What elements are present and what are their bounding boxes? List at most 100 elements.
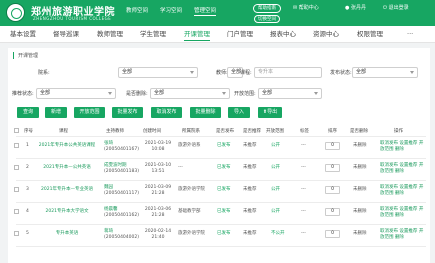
delete-status-select[interactable]: 全部: [150, 88, 230, 99]
tab-teacher-management[interactable]: 教师管理: [97, 29, 123, 40]
row-number: 4: [26, 209, 29, 214]
recommend-status-select[interactable]: 全部: [36, 88, 116, 99]
nav-teacher-space[interactable]: 教师空间: [126, 6, 148, 16]
teacher-name[interactable]: 杨晨馨: [104, 207, 118, 213]
course-filter-label: 课程:: [240, 70, 252, 76]
tag-value: ---: [301, 165, 306, 170]
recommend-status: 未推荐: [243, 231, 257, 236]
switch-space-button[interactable]: 切换空间: [254, 15, 280, 23]
export-button[interactable]: ⬆导出: [258, 107, 282, 118]
teacher-name[interactable]: 成雯波时期: [104, 163, 127, 169]
tab-basic-settings[interactable]: 基本设置: [10, 29, 36, 40]
recommend-status: 未推荐: [243, 209, 257, 214]
tab-portal-management[interactable]: 门户管理: [227, 29, 253, 40]
row-number: 5: [26, 231, 29, 236]
row-actions[interactable]: 取消发布 设置推荐 开放范围 删除: [380, 163, 424, 175]
row-number: 1: [26, 143, 29, 148]
sort-input[interactable]: 0: [325, 230, 340, 238]
teacher-id: (20050401183): [104, 169, 140, 174]
open-range-value: 公开: [271, 165, 280, 170]
row-divider: [16, 246, 426, 247]
row-number: 2: [26, 165, 29, 170]
col-published: 是否发布: [216, 129, 234, 134]
sort-input[interactable]: 0: [325, 186, 340, 194]
nav-management-space[interactable]: 管理空间: [194, 6, 217, 16]
publish-filter-label: 发布状态:: [330, 70, 352, 76]
export-label: 导出: [267, 109, 278, 115]
delete-status: 未删除: [353, 231, 367, 236]
row-checkbox[interactable]: [14, 231, 19, 236]
col-deleted: 是否删除: [350, 129, 368, 134]
tag-value: ---: [301, 143, 306, 148]
tab-supervision[interactable]: 督导巡课: [53, 29, 79, 40]
teacher-name[interactable]: 张琦: [104, 141, 113, 147]
sort-input[interactable]: 0: [325, 208, 340, 216]
course-link[interactable]: 2021专升本—公共英语: [38, 165, 96, 171]
row-divider: [16, 202, 426, 203]
col-number: 序号: [24, 129, 33, 134]
teacher-name[interactable]: 蒋琦: [104, 229, 113, 235]
col-recommended: 是否推荐: [243, 129, 261, 134]
chevron-down-icon: [314, 92, 318, 95]
tab-resource-center[interactable]: 资源中心: [313, 29, 339, 40]
row-divider: [16, 158, 426, 159]
row-checkbox[interactable]: [14, 209, 19, 214]
row-actions[interactable]: 取消发布 设置推荐 开放范围 删除: [380, 185, 424, 197]
nav-learning-space[interactable]: 学习空间: [160, 6, 182, 16]
row-checkbox[interactable]: [14, 165, 19, 170]
publish-status-select[interactable]: 全部: [352, 67, 418, 78]
sort-input[interactable]: 0: [325, 164, 340, 172]
row-divider: [16, 224, 426, 225]
chevron-down-icon: [222, 92, 226, 95]
import-button[interactable]: 导入: [228, 107, 250, 118]
sort-input[interactable]: 0: [325, 142, 340, 150]
created-time: 2021-03-19 10:08: [144, 141, 172, 152]
search-button[interactable]: 查询: [17, 107, 39, 118]
batch-publish-button[interactable]: 批量发布: [112, 107, 143, 118]
cancel-publish-button[interactable]: 取消发布: [151, 107, 182, 118]
tab-report-center[interactable]: 报表中心: [270, 29, 296, 40]
delete-status: 未删除: [353, 143, 367, 148]
department: 旅游外语系: [178, 143, 201, 148]
col-department: 所属院系: [182, 129, 200, 134]
help-guide-button[interactable]: 帮助指南: [253, 4, 281, 13]
publish-status: 已发布: [217, 209, 231, 214]
add-button[interactable]: 新增: [45, 107, 67, 118]
row-actions[interactable]: 取消发布 设置推荐 开放范围 删除: [380, 229, 424, 241]
tab-student-management[interactable]: 学生管理: [140, 29, 166, 40]
course-link[interactable]: 2021年专升本公共英语课程: [38, 143, 96, 149]
user-area[interactable]: ● 张丹丹: [345, 4, 366, 13]
open-range-filter-label: 开放范围:: [234, 91, 256, 97]
tab-permission-management[interactable]: 权限管理: [357, 29, 383, 40]
batch-delete-button[interactable]: 批量删除: [190, 107, 221, 118]
delete-filter-label: 是否删除:: [126, 91, 148, 97]
open-range-select[interactable]: 全部: [258, 88, 322, 99]
header-divider: [16, 136, 426, 137]
row-actions[interactable]: 取消发布 设置推荐 开放范围 删除: [380, 207, 424, 219]
course-link[interactable]: 2021年专升本—专业英语: [38, 187, 96, 193]
row-actions[interactable]: 取消发布 设置推荐 开放范围 删除: [380, 141, 424, 153]
recommend-status: 未推荐: [243, 187, 257, 192]
delete-status: 未删除: [353, 209, 367, 214]
logout-link[interactable]: ⏻ 退出登录: [383, 4, 409, 13]
open-range-button[interactable]: 开放范围: [74, 107, 105, 118]
course-search-input[interactable]: 专升本: [254, 67, 322, 78]
teacher-name[interactable]: 魏园: [104, 185, 113, 191]
delete-select-value: 全部: [154, 90, 165, 96]
course-link[interactable]: 2021专升本大学语文: [38, 209, 96, 215]
tab-course-management[interactable]: 开课管理: [184, 29, 210, 41]
select-all-checkbox[interactable]: [14, 128, 19, 133]
teacher-id: (20050401162): [104, 213, 140, 218]
col-actions: 操作: [394, 129, 403, 134]
more-tabs-button[interactable]: ···: [407, 29, 413, 40]
col-sort: 排序: [328, 129, 337, 134]
course-link[interactable]: 专升本英语: [38, 231, 96, 237]
row-divider: [16, 180, 426, 181]
delete-status: 未删除: [353, 187, 367, 192]
row-checkbox[interactable]: [14, 143, 19, 148]
college-name-en: ZHENGZHOU TOURISM COLLEGE: [33, 16, 112, 21]
message-area[interactable]: ✉ 帮助中心: [293, 4, 319, 13]
row-checkbox[interactable]: [14, 187, 19, 192]
recommend-status: 未推荐: [243, 165, 257, 170]
chevron-down-icon: [410, 71, 414, 74]
